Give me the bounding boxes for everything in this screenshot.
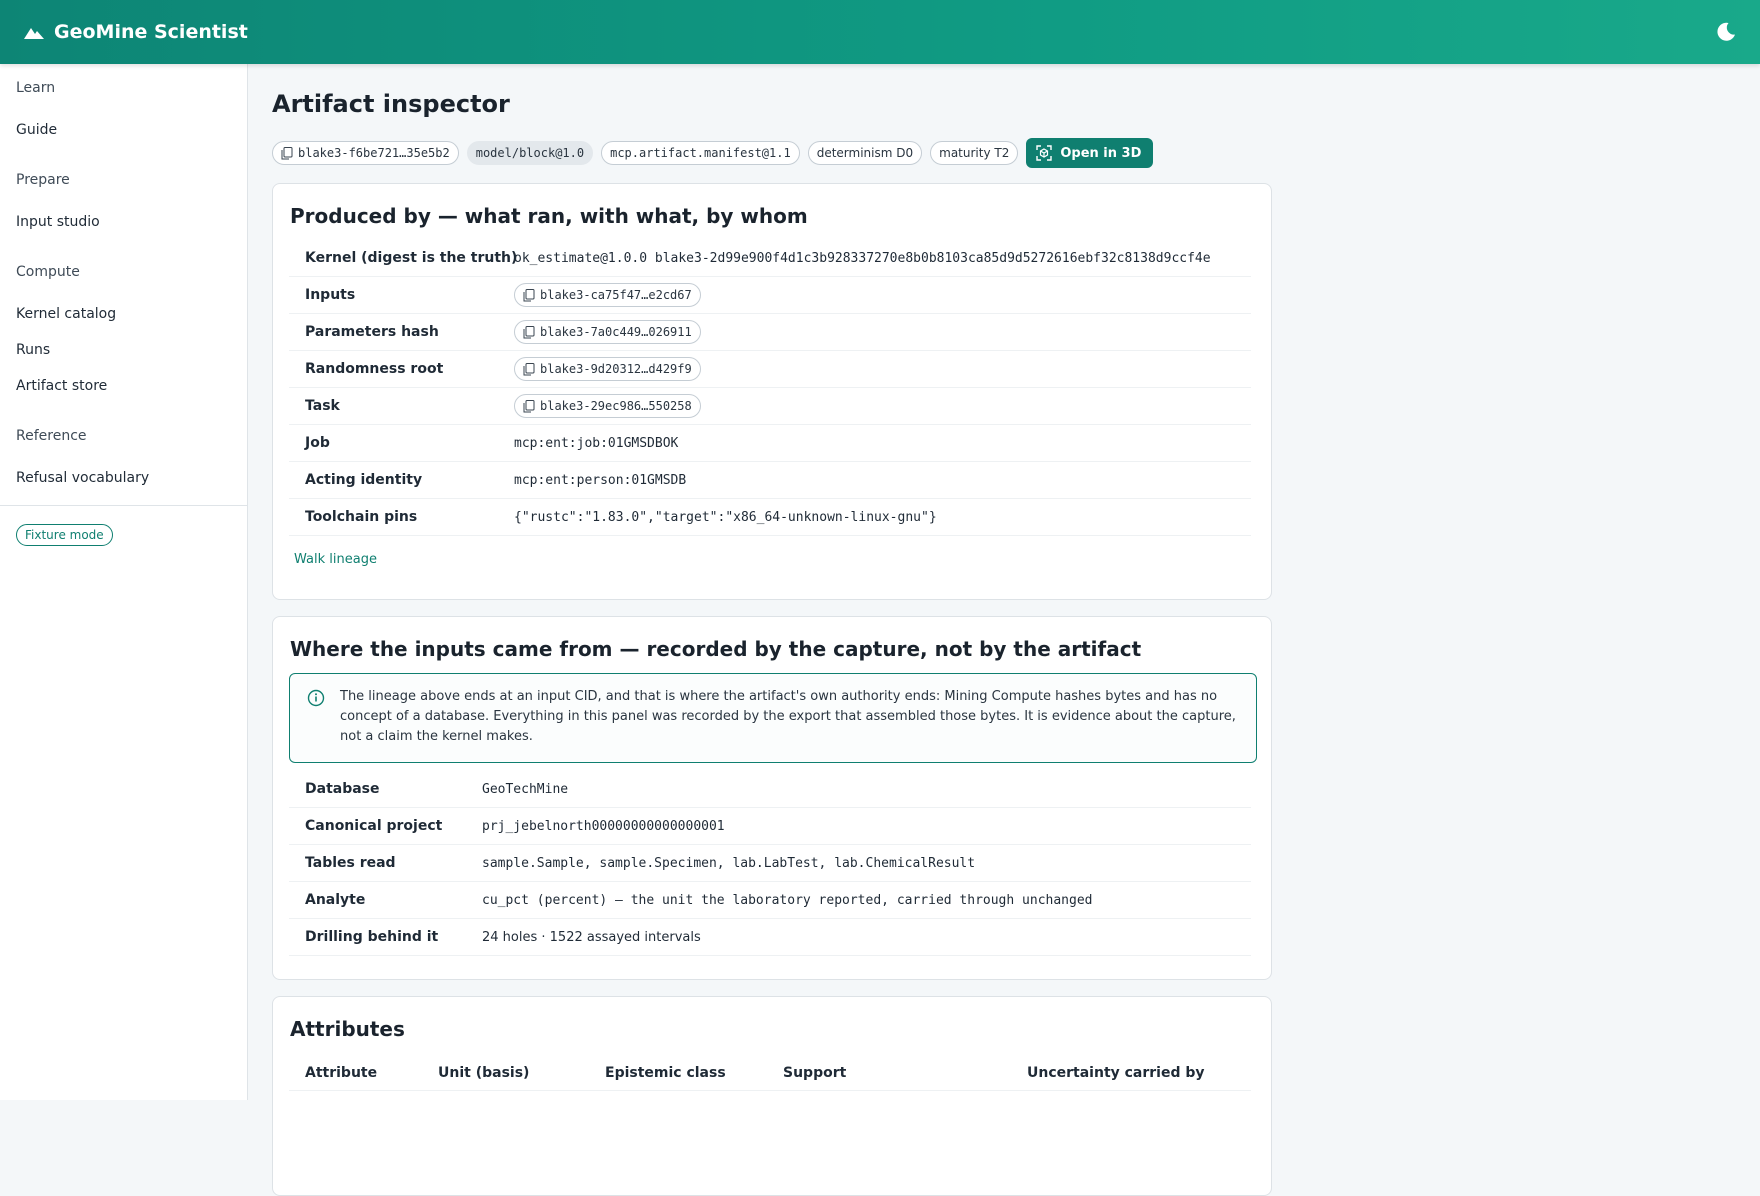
input-provenance-title: Where the inputs came from — recorded by… [290,637,1142,661]
inputs-cid-chip[interactable]: blake3-ca75f47…e2cd67 [514,283,701,307]
artifact-chips: blake3-f6be721…35e5b2 model/block@1.0 mc… [272,138,1154,168]
kernel-digest-value: ok_estimate@1.0.0 blake3-2d99e900f4d1c3b… [514,250,1211,266]
drilling-value: 24 holes · 1522 assayed intervals [482,929,701,945]
col-epistemic-class[interactable]: Epistemic class [605,1065,726,1081]
info-icon [307,689,325,707]
maturity-chip: maturity T2 [930,141,1019,165]
copy-icon [523,399,535,412]
produced-row-job: Job mcp:ent:job:01GMSDBOK [289,425,1251,462]
copy-icon [523,325,535,338]
parameters-value: blake3-7a0c449…026911 [514,320,701,344]
row-key: Job [305,435,330,451]
app-title: GeoMine Scientist [54,21,248,43]
top-bar: GeoMine Scientist [0,0,1760,64]
fixture-mode-badge[interactable]: Fixture mode [16,524,113,546]
toolchain-value: {"rustc":"1.83.0","target":"x86_64-unkno… [514,509,937,525]
project-value: prj_jebelnorth00000000000000001 [482,818,725,834]
row-key: Acting identity [305,472,423,488]
row-key: Randomness root [305,361,444,377]
randomness-value: blake3-9d20312…d429f9 [514,357,701,381]
brand[interactable]: GeoMine Scientist [24,21,248,43]
cid-chip[interactable]: blake3-f6be721…35e5b2 [272,141,459,165]
inputs-value: blake3-ca75f47…e2cd67 [514,283,701,307]
randomness-cid-chip[interactable]: blake3-9d20312…d429f9 [514,357,701,381]
database-value: GeoTechMine [482,781,569,797]
provenance-row-tables: Tables read sample.Sample, sample.Specim… [289,845,1251,882]
produced-row-randomness: Randomness root blake3-9d20312…d429f9 [289,351,1251,388]
attributes-table-header: Attribute Unit (basis) Epistemic class S… [289,1055,1251,1091]
nav-section-learn: Learn [16,80,56,96]
identity-value: mcp:ent:person:01GMSDB [514,472,687,488]
row-key: Kernel (digest is the truth) [305,250,518,266]
attributes-card: Attributes Attribute Unit (basis) Episte… [272,996,1272,1196]
nav-section-prepare: Prepare [16,172,70,188]
sidebar-divider [0,505,248,506]
provenance-row-database: Database GeoTechMine [289,771,1251,808]
provenance-info-callout: The lineage above ends at an input CID, … [289,673,1257,763]
sidebar: Learn Guide Prepare Input studio Compute… [0,64,248,1100]
cid-value: blake3-f6be721…35e5b2 [298,146,450,160]
provenance-row-project: Canonical project prj_jebelnorth00000000… [289,808,1251,845]
row-key: Analyte [305,892,366,908]
nav-item-input-studio[interactable]: Input studio [0,214,116,230]
row-key: Drilling behind it [305,929,439,945]
open-in-3d-label: Open in 3D [1060,145,1142,161]
produced-row-inputs: Inputs blake3-ca75f47…e2cd67 [289,277,1251,314]
row-key: Inputs [305,287,356,303]
inputs-cid: blake3-ca75f47…e2cd67 [540,288,692,302]
nav-item-artifact-store[interactable]: Artifact store [0,378,123,394]
determinism-chip: determinism D0 [807,141,923,165]
nav-item-kernel-catalog[interactable]: Kernel catalog [0,306,132,322]
page-title: Artifact inspector [272,90,510,118]
attributes-title: Attributes [290,1017,405,1041]
provenance-row-analyte: Analyte cu_pct (percent) — the unit the … [289,882,1251,919]
produced-by-table: Kernel (digest is the truth) ok_estimate… [289,240,1251,536]
row-key: Tables read [305,855,396,871]
col-support[interactable]: Support [783,1065,846,1081]
job-value: mcp:ent:job:01GMSDBOK [514,435,679,451]
provenance-row-drilling: Drilling behind it 24 holes · 1522 assay… [289,919,1251,956]
copy-icon [281,146,293,159]
task-cid: blake3-29ec986…550258 [540,399,692,413]
input-provenance-table: Database GeoTechMine Canonical project p… [289,771,1251,956]
row-key: Database [305,781,380,797]
moon-icon[interactable] [1714,20,1738,44]
row-key: Task [305,398,340,414]
tables-value: sample.Sample, sample.Specimen, lab.LabT… [482,855,976,871]
copy-icon [523,288,535,301]
open-in-3d-button[interactable]: Open in 3D [1026,138,1154,168]
task-value: blake3-29ec986…550258 [514,394,701,418]
parameters-cid: blake3-7a0c449…026911 [540,325,692,339]
nav-item-runs[interactable]: Runs [0,342,66,358]
produced-by-title: Produced by — what ran, with what, by wh… [290,204,808,228]
produced-row-parameters: Parameters hash blake3-7a0c449…026911 [289,314,1251,351]
copy-icon [523,362,535,375]
produced-row-toolchain: Toolchain pins {"rustc":"1.83.0","target… [289,499,1251,536]
parameters-cid-chip[interactable]: blake3-7a0c449…026911 [514,320,701,344]
produced-row-kernel: Kernel (digest is the truth) ok_estimate… [289,240,1251,277]
provenance-info-text: The lineage above ends at an input CID, … [340,689,1236,744]
col-unit[interactable]: Unit (basis) [438,1065,529,1081]
col-uncertainty[interactable]: Uncertainty carried by [1027,1065,1205,1081]
mountain-icon [24,28,44,39]
nav-section-compute: Compute [16,264,80,280]
randomness-cid: blake3-9d20312…d429f9 [540,362,692,376]
produced-by-card: Produced by — what ran, with what, by wh… [272,183,1272,600]
row-key: Toolchain pins [305,509,418,525]
input-provenance-card: Where the inputs came from — recorded by… [272,616,1272,980]
row-key: Parameters hash [305,324,439,340]
produced-row-task: Task blake3-29ec986…550258 [289,388,1251,425]
nav-item-refusal-vocabulary[interactable]: Refusal vocabulary [0,470,165,486]
nav-item-guide[interactable]: Guide [0,122,73,138]
manifest-chip: mcp.artifact.manifest@1.1 [601,141,800,165]
task-cid-chip[interactable]: blake3-29ec986…550258 [514,394,701,418]
analyte-value: cu_pct (percent) — the unit the laborato… [482,892,1093,908]
row-key: Canonical project [305,818,443,834]
nav-section-reference: Reference [16,428,87,444]
cube-3d-icon [1036,145,1053,161]
schema-chip: model/block@1.0 [466,141,594,165]
produced-row-identity: Acting identity mcp:ent:person:01GMSDB [289,462,1251,499]
col-attribute[interactable]: Attribute [305,1065,377,1081]
walk-lineage-link[interactable]: Walk lineage [294,552,377,567]
